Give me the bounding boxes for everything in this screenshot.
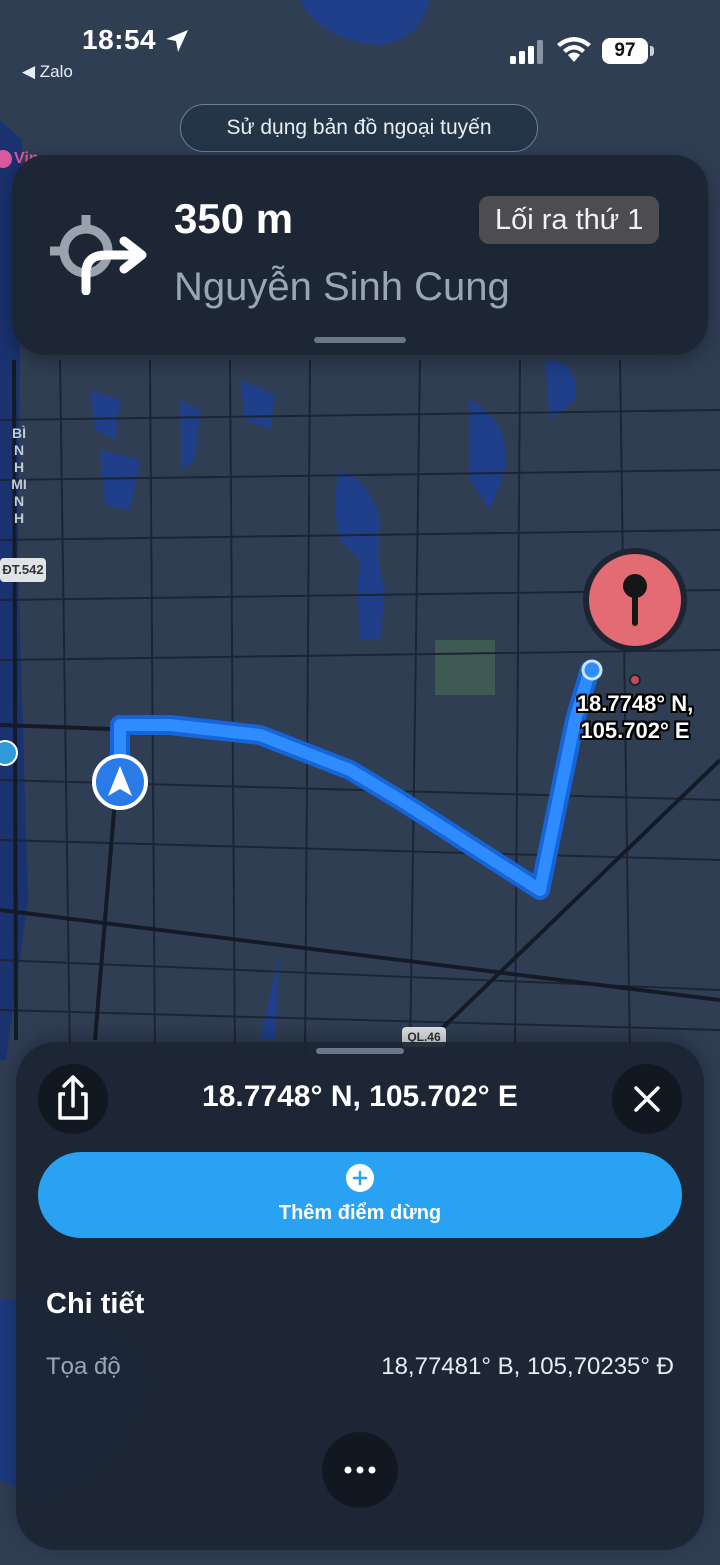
plus-icon [346, 1164, 374, 1192]
pin-coordinate-label: 18.7748° N, 105.702° E [550, 690, 720, 744]
pin-label-line2: 105.702° E [580, 718, 690, 743]
share-icon [58, 1075, 88, 1120]
sheet-grabber[interactable] [316, 1048, 404, 1054]
location-sheet: 18.7748° N, 105.702° E Thêm điểm dừng Ch… [16, 1042, 704, 1550]
park-area [435, 640, 495, 695]
location-arrow-icon [166, 30, 188, 52]
street-name: Nguyễn Sinh Cung [174, 265, 510, 309]
card-grabber[interactable] [314, 337, 406, 343]
area-label: BÌNH MINH [11, 425, 27, 526]
pin-label-line1: 18.7748° N, [576, 691, 694, 716]
current-location-icon[interactable] [92, 754, 148, 810]
maneuver-distance: 350 m [174, 195, 294, 242]
status-time: 18:54 [82, 24, 157, 55]
ellipsis-icon [344, 1466, 376, 1474]
navigation-instruction-card[interactable]: 350 m Nguyễn Sinh Cung Lối ra thứ 1 [12, 155, 708, 355]
wifi-icon [557, 37, 591, 62]
battery-tip [650, 46, 654, 56]
back-to-app-link[interactable]: ◀ Zalo [22, 62, 73, 82]
close-icon [634, 1086, 660, 1112]
details-heading: Chi tiết [46, 1288, 145, 1320]
exit-badge: Lối ra thứ 1 [479, 196, 660, 244]
share-button[interactable] [38, 1064, 108, 1134]
roundabout-right-icon [50, 215, 147, 295]
offline-map-notice[interactable]: Sử dụng bản đồ ngoại tuyến [180, 104, 538, 152]
close-button[interactable] [612, 1064, 682, 1134]
more-button[interactable] [322, 1432, 398, 1508]
battery-level: 97 [602, 38, 648, 64]
coordinates-label: Tọa độ [46, 1353, 121, 1380]
cellular-signal-icon [510, 40, 543, 64]
road-badge: ĐT.542 [0, 558, 46, 582]
coordinates-value[interactable]: 18,77481° B, 105,70235° Đ [381, 1353, 674, 1381]
sheet-title: 18.7748° N, 105.702° E [202, 1080, 518, 1113]
add-stop-button[interactable]: Thêm điểm dừng [38, 1152, 682, 1238]
add-stop-label: Thêm điểm dừng [278, 1202, 442, 1224]
